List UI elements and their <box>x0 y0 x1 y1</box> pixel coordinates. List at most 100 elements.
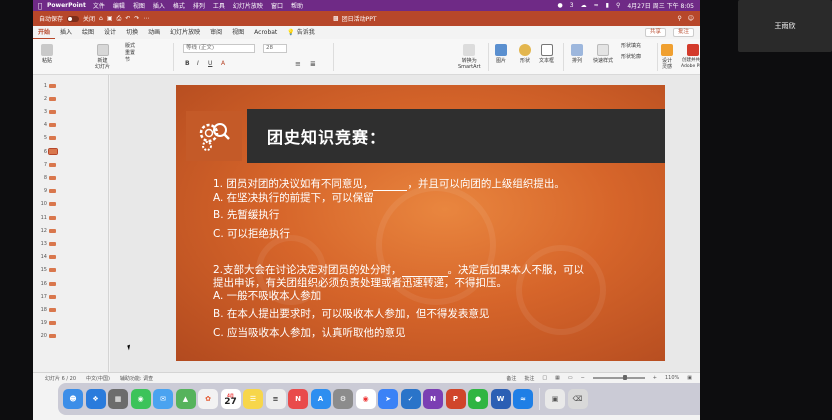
menu-format[interactable]: 格式 <box>173 1 185 10</box>
comment-button[interactable]: 批注 <box>672 28 694 37</box>
slide-thumbnail[interactable]: 11 <box>37 211 107 224</box>
messages-icon[interactable]: ◉ <box>130 389 151 409</box>
save-icon[interactable]: ▣ <box>107 15 113 22</box>
menu-window[interactable]: 窗口 <box>271 1 283 10</box>
undo-icon[interactable]: ↶ <box>125 15 130 22</box>
slide-thumbnail[interactable]: 17 <box>37 290 107 303</box>
account-icon[interactable]: ☺ <box>688 15 694 22</box>
bold-button[interactable]: B <box>185 60 190 67</box>
slide-thumbnail[interactable]: 3 <box>37 105 107 118</box>
question-2[interactable]: 2.支部大会在讨论决定对团员的处分时， 。决定后如果本人不服，可以 <box>213 264 584 277</box>
print-icon[interactable]: ⎙ <box>117 15 122 23</box>
cloud-icon[interactable]: ☁ <box>581 2 587 9</box>
q1-option-a[interactable]: A. 在坚决执行的前提下，可以保留 <box>213 192 374 205</box>
tab-design[interactable]: 设计 <box>99 26 121 39</box>
reminders-icon[interactable]: ≡ <box>265 389 286 409</box>
designer-button[interactable]: 设计 灵感 <box>661 44 673 70</box>
fit-slide-icon[interactable]: ▣ <box>687 375 692 381</box>
tab-transitions[interactable]: 切换 <box>121 26 143 39</box>
trash-icon[interactable]: ⌫ <box>567 389 588 409</box>
battery-icon[interactable]: ▮ <box>606 2 609 9</box>
q1-option-b[interactable]: B. 先暂缓执行 <box>213 209 279 222</box>
more-icon[interactable]: ⋯ <box>143 15 149 22</box>
accessibility-indicator[interactable]: 辅助功能: 调查 <box>120 375 153 382</box>
launchpad-icon[interactable]: ▦ <box>108 389 128 409</box>
tab-home[interactable]: 开始 <box>33 26 56 39</box>
apple-icon[interactable]:  <box>33 2 47 10</box>
slide-title[interactable]: 团史知识竞赛： <box>267 124 386 148</box>
q2-option-b[interactable]: B. 在本人提出要求时，可以吸收本人参加，但不得发表意见 <box>213 308 489 321</box>
menu-file[interactable]: 文件 <box>93 1 105 10</box>
align-button[interactable]: ≣ <box>310 60 316 68</box>
tab-insert[interactable]: 插入 <box>55 26 77 39</box>
slide-thumbnail[interactable]: 2 <box>37 92 107 105</box>
slide-thumbnail[interactable]: 10 <box>37 198 107 211</box>
mail-icon[interactable]: ✉ <box>153 389 173 409</box>
news-icon[interactable]: N <box>288 389 308 409</box>
menu-insert[interactable]: 插入 <box>153 1 165 10</box>
wechat-status-icon[interactable]: ● <box>558 2 563 9</box>
font-name-select[interactable]: 等线 (正文) <box>183 44 255 53</box>
slide-thumbnail[interactable]: 14 <box>37 251 107 264</box>
font-size-select[interactable]: 28 <box>263 44 287 53</box>
reading-view-icon[interactable]: ▭ <box>568 375 573 381</box>
normal-view-icon[interactable]: □ <box>542 375 547 381</box>
paste-button[interactable]: 粘贴 <box>41 44 53 64</box>
slide-thumbnail[interactable]: 20 <box>37 330 107 343</box>
bullets-button[interactable]: ≡ <box>295 60 301 68</box>
word-icon[interactable]: W <box>490 389 511 409</box>
notes-button[interactable]: 备注 <box>506 375 516 382</box>
slide-thumbnail[interactable]: 18 <box>37 303 107 316</box>
slide-thumbnail[interactable]: 1 <box>37 79 107 92</box>
finder-icon[interactable]: ☻ <box>63 389 83 409</box>
wifi-icon[interactable]: ≈ <box>594 2 599 9</box>
tab-view[interactable]: 视图 <box>227 26 249 39</box>
smartart-button[interactable]: 转换为 SmartArt <box>458 44 481 70</box>
safari-icon[interactable]: ❖ <box>85 389 106 409</box>
slide-thumbnail[interactable]: 15 <box>37 264 107 277</box>
zoom-in-icon[interactable]: + <box>653 375 657 381</box>
shape-button[interactable]: 形状 <box>519 44 531 64</box>
slide-thumbnail[interactable]: 12 <box>37 224 107 237</box>
powerpoint-icon[interactable]: P <box>445 389 466 409</box>
sorter-view-icon[interactable]: ▦ <box>555 375 560 381</box>
italic-button[interactable]: I <box>197 60 199 67</box>
zoom-level[interactable]: 110% <box>665 375 679 381</box>
home-icon[interactable]: ⌂ <box>99 15 103 22</box>
menu-tools[interactable]: 工具 <box>213 1 225 10</box>
tab-slideshow[interactable]: 幻灯片放映 <box>165 26 205 39</box>
maps-icon[interactable]: ▲ <box>175 389 196 409</box>
section-button[interactable]: 节 <box>125 57 130 63</box>
picture-button[interactable]: 图片 <box>495 44 507 64</box>
current-slide[interactable]: 团史知识竞赛： 1. 团员对团的决议如有不同意见， ，并且可以向团的上级组织提出。… <box>176 85 665 361</box>
font-color-button[interactable]: A <box>221 60 225 67</box>
underline-button[interactable]: U <box>208 60 212 67</box>
q2-option-a[interactable]: A. 一般不吸收本人参加 <box>213 290 321 303</box>
zoom-slider[interactable] <box>592 375 645 380</box>
menu-slideshow[interactable]: 幻灯片放映 <box>233 1 263 10</box>
comments-button[interactable]: 批注 <box>524 375 534 382</box>
slide-thumbnail[interactable]: 8 <box>37 171 107 184</box>
slide-thumbnail[interactable]: 4 <box>37 119 107 132</box>
slide-editor-canvas[interactable]: 团史知识竞赛： 1. 团员对团的决议如有不同意见， ，并且可以向团的上级组织提出。… <box>110 75 700 372</box>
calendar-icon[interactable]: 4月 27 <box>220 389 241 409</box>
arrange-button[interactable]: 排列 <box>571 44 583 64</box>
quick-styles-button[interactable]: 快速样式 <box>593 44 613 64</box>
menu-app-name[interactable]: PowerPoint <box>47 2 86 9</box>
slide-thumbnail[interactable]: 6 <box>37 145 107 158</box>
zoom-out-icon[interactable]: − <box>581 375 585 381</box>
acrobat-pdf-button[interactable]: 创建并共享 Adobe PDF <box>681 44 700 70</box>
tab-review[interactable]: 审阅 <box>205 26 227 39</box>
app-store-icon[interactable]: A <box>310 389 331 409</box>
language-indicator[interactable]: 中文(中国) <box>86 375 110 382</box>
tab-draw[interactable]: 绘图 <box>77 26 99 39</box>
tab-acrobat[interactable]: Acrobat <box>249 26 282 39</box>
textbox-button[interactable]: 文本框 <box>539 44 554 64</box>
slide-thumbnail[interactable]: 5 <box>37 132 107 145</box>
q2-line-2[interactable]: 提出申诉，有关团组织必须负责处理或者迅速转递，不得扣压。 <box>213 277 507 290</box>
system-settings-icon[interactable]: ⚙ <box>333 389 353 409</box>
photos-icon[interactable]: ✿ <box>198 389 218 409</box>
chrome-icon[interactable]: ◉ <box>355 389 376 409</box>
redo-icon[interactable]: ↷ <box>134 15 139 22</box>
menu-arrange[interactable]: 排列 <box>193 1 205 10</box>
